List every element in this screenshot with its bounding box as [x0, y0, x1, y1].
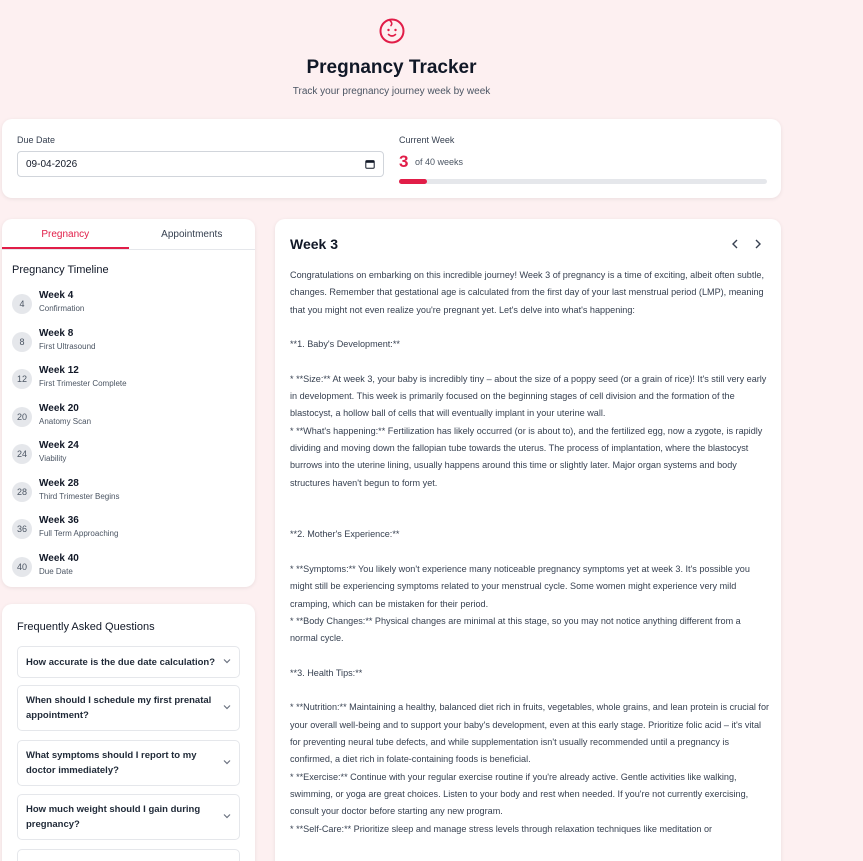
timeline-week-badge: 20 — [12, 407, 32, 427]
content-paragraph: * **What's happening:** Fertilization ha… — [290, 425, 763, 488]
current-week-of-total: of 40 weeks — [415, 157, 464, 167]
faq-question: What symptoms should I report to my doct… — [26, 750, 197, 776]
section-heading: **3. Health Tips:** — [290, 667, 363, 678]
timeline-week-badge: 24 — [12, 444, 32, 464]
faq-item[interactable]: How much weight should I gain during pre… — [17, 794, 240, 840]
timeline-week-label: Week 4 — [39, 290, 74, 301]
timeline-week-badge: 28 — [12, 482, 32, 502]
content-paragraph: * **Nutrition:** Maintaining a healthy, … — [290, 702, 770, 765]
timeline-item[interactable]: 40 Week 40 Due Date — [12, 553, 242, 583]
week-progress-bar — [399, 179, 767, 184]
timeline-item[interactable]: 24 Week 24 Viability — [12, 440, 242, 470]
timeline-week-description: First Trimester Complete — [39, 379, 127, 388]
timeline-week-description: Anatomy Scan — [39, 417, 92, 426]
due-date-value: 09-04-2026 — [26, 158, 78, 170]
timeline-item[interactable]: 20 Week 20 Anatomy Scan — [12, 403, 242, 433]
week-detail-card: Week 3 Congratulations on embarking on t… — [275, 219, 781, 861]
timeline-week-description: Due Date — [39, 567, 73, 576]
week-title: Week 3 — [290, 236, 338, 252]
faq-item[interactable]: How accurate is the due date calculation… — [17, 646, 240, 678]
chevron-down-icon — [223, 814, 231, 819]
timeline-week-description: First Ultrasound — [39, 342, 96, 351]
timeline-week-description: Full Term Approaching — [39, 529, 119, 538]
due-date-input[interactable]: 09-04-2026 — [17, 151, 384, 177]
week-content: Congratulations on embarking on this inc… — [290, 267, 770, 838]
section-heading: **2. Mother's Experience:** — [290, 529, 400, 540]
chevron-right-icon — [755, 239, 761, 249]
tab-pregnancy[interactable]: Pregnancy — [2, 219, 129, 249]
timeline-item[interactable]: 12 Week 12 First Trimester Complete — [12, 365, 242, 395]
faq-question: When should I schedule my first prenatal… — [26, 695, 212, 721]
content-paragraph: * **Symptoms:** You likely won't experie… — [290, 564, 750, 609]
faq-title: Frequently Asked Questions — [17, 621, 155, 633]
timeline-item[interactable]: 8 Week 8 First Ultrasound — [12, 328, 242, 358]
content-paragraph: * **Body Changes:** Physical changes are… — [290, 615, 741, 644]
chevron-down-icon — [223, 705, 231, 710]
page-subtitle: Track your pregnancy journey week by wee… — [292, 86, 491, 97]
timeline-title: Pregnancy Timeline — [12, 264, 109, 276]
week-progress-fill — [399, 179, 427, 184]
timeline-week-label: Week 28 — [39, 478, 79, 489]
due-date-label: Due Date — [17, 135, 56, 145]
faq-question: How much weight should I gain during pre… — [26, 804, 201, 830]
tab-appointments[interactable]: Appointments — [129, 219, 256, 249]
calendar-icon[interactable] — [365, 159, 375, 169]
next-week-button[interactable] — [751, 237, 765, 251]
timeline-item[interactable]: 4 Week 4 Confirmation — [12, 290, 242, 320]
timeline-week-label: Week 40 — [39, 553, 79, 564]
timeline-item[interactable]: 36 Week 36 Full Term Approaching — [12, 515, 242, 545]
baby-face-icon — [379, 18, 405, 44]
timeline-week-badge: 4 — [12, 294, 32, 314]
timeline-week-description: Third Trimester Begins — [39, 492, 120, 501]
timeline-week-badge: 40 — [12, 557, 32, 577]
faq-item-partial[interactable] — [17, 849, 240, 861]
chevron-down-icon — [223, 760, 231, 765]
faq-item[interactable]: What symptoms should I report to my doct… — [17, 740, 240, 786]
timeline-week-badge: 12 — [12, 369, 32, 389]
timeline-item[interactable]: 28 Week 28 Third Trimester Begins — [12, 478, 242, 508]
app-logo — [378, 17, 406, 45]
chevron-left-icon — [732, 239, 738, 249]
timeline-week-badge: 36 — [12, 519, 32, 539]
chevron-down-icon — [223, 659, 231, 664]
content-paragraph: * **Self-Care:** Prioritize sleep and ma… — [290, 823, 713, 834]
timeline-week-label: Week 24 — [39, 440, 79, 451]
section-heading: **1. Baby's Development:** — [290, 339, 400, 350]
week-intro: Congratulations on embarking on this inc… — [290, 270, 764, 315]
current-week-number: 3 — [399, 152, 409, 171]
timeline-week-label: Week 12 — [39, 365, 79, 376]
page-title: Pregnancy Tracker — [306, 57, 477, 78]
content-paragraph: * **Size:** At week 3, your baby is incr… — [290, 373, 767, 419]
previous-week-button[interactable] — [728, 237, 742, 251]
content-paragraph: * **Exercise:** Continue with your regul… — [290, 771, 749, 817]
faq-card: Frequently Asked Questions How accurate … — [2, 604, 255, 861]
timeline-week-label: Week 8 — [39, 328, 74, 339]
faq-question: How accurate is the due date calculation… — [26, 656, 215, 668]
timeline-week-label: Week 20 — [39, 403, 79, 414]
faq-item[interactable]: When should I schedule my first prenatal… — [17, 685, 240, 731]
current-week-label: Current Week — [399, 135, 455, 145]
timeline-week-description: Viability — [39, 454, 67, 463]
pregnancy-summary-card: Due Date 09-04-2026 Current Week 3 of 40… — [2, 119, 781, 198]
timeline-week-badge: 8 — [12, 332, 32, 352]
tab-bar: Pregnancy Appointments — [2, 219, 255, 250]
timeline-week-label: Week 36 — [39, 515, 79, 526]
timeline-card: Pregnancy Appointments Pregnancy Timelin… — [2, 219, 255, 587]
timeline-week-description: Confirmation — [39, 304, 85, 313]
